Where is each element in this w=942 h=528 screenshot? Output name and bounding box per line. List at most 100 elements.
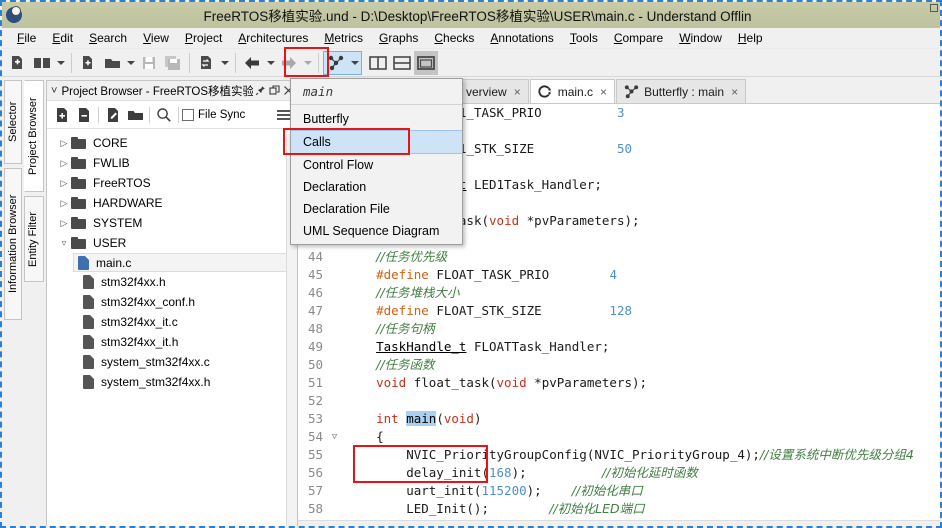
menu-project[interactable]: Project [177,29,230,47]
fold-marker[interactable] [328,482,341,500]
tree-item-system-stm32f4xx-h[interactable]: system_stm32f4xx.h [47,372,297,392]
hamburger-menu-icon[interactable] [277,108,290,122]
fold-marker[interactable] [328,248,341,266]
pin-icon[interactable] [253,83,267,99]
tree-item-stm32f4xx-it-c[interactable]: stm32f4xx_it.c [47,312,297,332]
tree-item-system-stm32f4xx-c[interactable]: system_stm32f4xx.c [47,352,297,372]
graph-menu-item-declaration-file[interactable]: Declaration File [291,198,462,220]
fold-marker[interactable] [328,284,341,302]
edit-file-icon[interactable] [102,104,124,126]
forward-arrow-icon[interactable] [277,51,301,75]
expand-triangle-icon[interactable]: ▷ [57,158,71,169]
graph-node-icon[interactable] [324,51,348,75]
tree-item-stm32f4xx-conf-h[interactable]: stm32f4xx_conf.h [47,292,297,312]
tab-butterfly-main[interactable]: Butterfly : main × [616,79,747,103]
fold-marker[interactable] [328,356,341,374]
file-icon [83,355,94,369]
menu-edit[interactable]: Edit [44,29,81,47]
sidebar-tab-entity-filter[interactable]: Entity Filter [24,196,44,282]
open-folder-dropdown-icon[interactable] [124,51,137,75]
maximize-button[interactable] [930,4,938,12]
add-file-icon[interactable] [51,104,73,126]
menu-window[interactable]: Window [671,29,730,47]
tree-item-fwlib[interactable]: ▷ FWLIB [47,153,297,173]
single-pane-icon[interactable] [414,50,438,75]
sidebar-tab-selector[interactable]: Selector [4,80,22,164]
close-icon[interactable]: × [600,85,607,99]
file-sync-label: File Sync [198,108,246,121]
save-all-icon[interactable] [161,51,185,75]
expand-triangle-icon[interactable]: ▷ [57,198,71,209]
editor-horizontal-scrollbar[interactable] [298,520,940,526]
fold-marker[interactable] [328,392,341,410]
open-folder-icon[interactable] [100,51,124,75]
back-dropdown-icon[interactable] [264,51,277,75]
graph-menu-item-calls[interactable]: Calls [291,130,462,154]
close-icon[interactable]: × [731,85,738,99]
sidebar-tab-project-browser[interactable]: Project Browser [24,80,44,192]
fold-marker[interactable] [328,302,341,320]
refresh-dropdown-icon[interactable] [218,51,231,75]
expand-triangle-icon[interactable]: ▷ [57,218,71,229]
close-icon[interactable]: × [514,85,521,99]
sidebar-tab-information-browser[interactable]: Information Browser [4,168,22,320]
undock-icon[interactable] [267,83,281,99]
fold-marker[interactable]: ▽ [328,428,341,446]
fold-marker[interactable] [328,266,341,284]
tab-main-c[interactable]: main.c × [529,79,616,103]
menu-metrics[interactable]: Metrics [316,29,371,47]
tree-item-freertos[interactable]: ▷ FreeRTOS [47,173,297,193]
open-book-icon[interactable] [30,51,54,75]
collapse-chevron-icon[interactable]: ˅ [51,85,57,97]
save-icon[interactable] [137,51,161,75]
tree-item-stm32f4xx-h[interactable]: stm32f4xx.h [47,272,297,292]
file-sync-checkbox[interactable] [182,108,194,121]
tab-overview[interactable]: verview × [458,79,529,103]
fold-marker[interactable] [328,374,341,392]
back-arrow-icon[interactable] [240,51,264,75]
tree-item-main-c[interactable]: main.c [73,253,297,272]
menu-annotations[interactable]: Annotations [482,29,561,47]
split-vertical-icon[interactable] [366,51,390,75]
expand-triangle-icon[interactable]: ▷ [57,178,71,189]
graph-menu-item-control-flow[interactable]: Control Flow [291,154,462,176]
graph-dropdown-icon[interactable] [348,51,361,75]
forward-dropdown-icon[interactable] [301,51,314,75]
fold-marker[interactable] [328,320,341,338]
menu-compare[interactable]: Compare [606,29,671,47]
search-icon[interactable] [153,104,175,126]
tree-item-core[interactable]: ▷ CORE [47,133,297,153]
menu-tools[interactable]: Tools [562,29,606,47]
tree-item-stm32f4xx-it-h[interactable]: stm32f4xx_it.h [47,332,297,352]
menu-file[interactable]: File [9,29,44,47]
open-book-dropdown-icon[interactable] [54,51,67,75]
fold-marker[interactable] [328,338,341,356]
menu-checks[interactable]: Checks [426,29,482,47]
menu-architectures[interactable]: Architectures [230,29,316,47]
fold-marker[interactable] [328,464,341,482]
tab-overview-label: verview [466,84,507,99]
menu-view[interactable]: View [135,29,177,47]
menu-search[interactable]: Search [81,29,135,47]
remove-file-icon[interactable] [73,104,95,126]
new-file-icon[interactable] [76,51,100,75]
tree-item-user[interactable]: ▿ USER [47,233,297,253]
file-icon [83,315,94,329]
menu-graphs[interactable]: Graphs [371,29,426,47]
code-line: 49 TaskHandle_t FLOATTask_Handler; [298,338,940,356]
graph-menu-item-uml-sequence-diagram[interactable]: UML Sequence Diagram [291,220,462,242]
new-project-icon[interactable] [6,51,30,75]
expand-triangle-icon[interactable]: ▷ [57,138,71,149]
graph-menu-item-butterfly[interactable]: Butterfly [291,108,462,130]
refresh-icon[interactable] [194,51,218,75]
collapse-triangle-icon[interactable]: ▿ [57,238,71,249]
fold-marker[interactable] [328,410,341,428]
split-horizontal-icon[interactable] [390,51,414,75]
fold-marker[interactable] [328,500,341,518]
menu-help[interactable]: Help [730,29,771,47]
tree-item-hardware[interactable]: ▷ HARDWARE [47,193,297,213]
graph-menu-item-declaration[interactable]: Declaration [291,176,462,198]
tree-item-system[interactable]: ▷ SYSTEM [47,213,297,233]
open-folder-icon[interactable] [124,104,146,126]
fold-marker[interactable] [328,446,341,464]
